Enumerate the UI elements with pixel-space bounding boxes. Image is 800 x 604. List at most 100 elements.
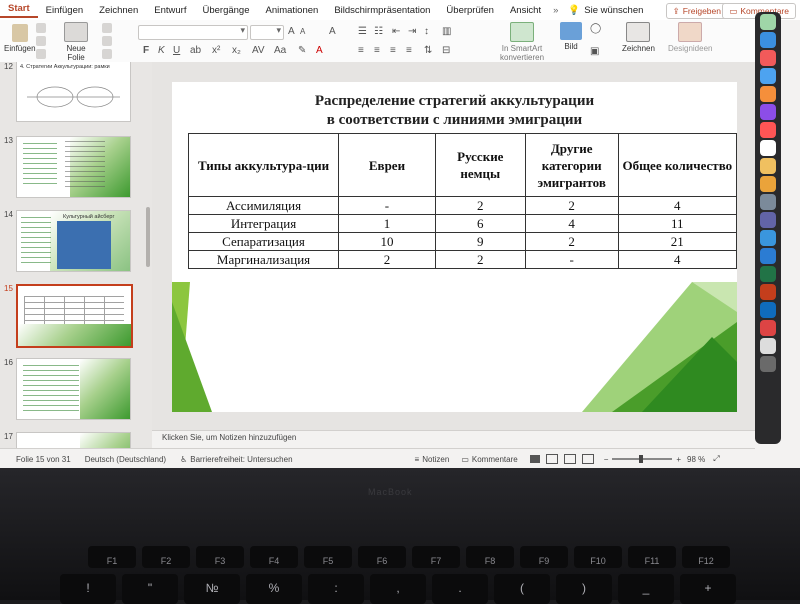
- increase-font-icon[interactable]: A: [288, 26, 295, 37]
- safari-app-icon[interactable]: [760, 68, 776, 84]
- designer-button[interactable]: Designideen: [668, 22, 712, 53]
- slide-canvas[interactable]: Распределение стратегий аккультурации в …: [172, 82, 737, 412]
- highlight-icon[interactable]: ✎: [298, 45, 306, 56]
- superscript-icon[interactable]: x²: [212, 45, 220, 56]
- table-cell[interactable]: 1: [338, 214, 436, 233]
- excel-app-icon[interactable]: [760, 266, 776, 282]
- teams-app-icon[interactable]: [760, 212, 776, 228]
- acculturation-table[interactable]: Типы аккультура-ции Евреи Русские немцы …: [187, 133, 737, 269]
- language-indicator[interactable]: Deutsch (Deutschland): [85, 455, 166, 464]
- slide-title[interactable]: Распределение стратегий аккультурации в …: [172, 92, 737, 130]
- slide-thumbnail-16[interactable]: [16, 358, 131, 420]
- align-text-icon[interactable]: ⊟: [442, 45, 450, 56]
- smartart-button[interactable]: In SmartArt konvertieren: [500, 22, 544, 62]
- bullets-icon[interactable]: ☰: [358, 26, 367, 37]
- font-family-select[interactable]: [138, 25, 248, 40]
- table-cell[interactable]: Сепаратизация: [187, 232, 340, 251]
- table-cell[interactable]: 2: [524, 232, 619, 251]
- slide-thumbnail-12[interactable]: 4. Стратегии Аккультурации: рамки: [16, 62, 131, 122]
- zoom-slider[interactable]: [612, 455, 673, 463]
- draw-button[interactable]: Zeichnen: [622, 22, 655, 53]
- acrobat-app-icon[interactable]: [760, 320, 776, 336]
- chevron-right-icon[interactable]: »: [549, 5, 562, 16]
- table-cell[interactable]: 6: [434, 214, 526, 233]
- normal-view-icon[interactable]: [529, 455, 540, 463]
- table-cell[interactable]: 2: [338, 250, 436, 269]
- new-slide-button[interactable]: Neue Folie: [64, 22, 88, 62]
- textbox-icon[interactable]: ▣: [590, 46, 599, 57]
- sorter-view-icon[interactable]: [545, 454, 558, 464]
- tab-transitions[interactable]: Übergänge: [194, 5, 257, 16]
- header-cell[interactable]: Общее количество: [617, 133, 737, 197]
- table-cell[interactable]: Маргинализация: [187, 250, 340, 269]
- outdent-icon[interactable]: ⇤: [392, 26, 400, 37]
- section-icon[interactable]: [102, 49, 112, 59]
- table-cell[interactable]: Ассимиляция: [187, 196, 340, 215]
- tab-slideshow[interactable]: Bildschirmpräsentation: [326, 5, 438, 16]
- bold-icon[interactable]: F: [143, 45, 149, 56]
- numbering-icon[interactable]: ☷: [374, 26, 383, 37]
- reading-view-icon[interactable]: [563, 454, 576, 464]
- header-cell[interactable]: Евреи: [338, 133, 436, 197]
- table-cell[interactable]: 2: [434, 196, 526, 215]
- table-cell[interactable]: 2: [524, 196, 619, 215]
- slideshow-view-icon[interactable]: [581, 454, 594, 464]
- thumbnail-scrollbar[interactable]: [146, 207, 150, 267]
- music-app-icon[interactable]: [760, 122, 776, 138]
- tab-draw[interactable]: Zeichnen: [91, 5, 146, 16]
- italic-icon[interactable]: K: [158, 45, 165, 56]
- table-cell[interactable]: 4: [617, 250, 737, 269]
- underline-icon[interactable]: U: [173, 45, 180, 56]
- tab-insert[interactable]: Einfügen: [38, 5, 92, 16]
- skype-app-icon[interactable]: [760, 230, 776, 246]
- align-left-icon[interactable]: ≡: [358, 45, 364, 56]
- paste-button[interactable]: Einfügen: [4, 24, 36, 53]
- cut-icon[interactable]: [36, 23, 46, 33]
- table-cell[interactable]: 9: [434, 232, 526, 251]
- justify-icon[interactable]: ≡: [406, 45, 412, 56]
- tab-animations[interactable]: Animationen: [258, 5, 327, 16]
- table-cell[interactable]: -: [524, 250, 619, 269]
- chrome-app-icon[interactable]: [760, 140, 776, 156]
- font-color-icon[interactable]: A: [316, 45, 323, 56]
- align-center-icon[interactable]: ≡: [374, 45, 380, 56]
- tab-design[interactable]: Entwurf: [146, 5, 194, 16]
- table-cell[interactable]: 21: [617, 232, 737, 251]
- picture-button[interactable]: Bild: [560, 22, 582, 51]
- pages-app-icon[interactable]: [760, 176, 776, 192]
- zoom-slider-handle[interactable]: [639, 455, 644, 463]
- shapes-icon[interactable]: ◯: [590, 23, 601, 34]
- copy-icon[interactable]: [36, 36, 46, 46]
- font-size-select[interactable]: [250, 25, 284, 40]
- finder-app-icon[interactable]: [760, 338, 776, 354]
- table-cell[interactable]: -: [338, 196, 436, 215]
- notes-toggle[interactable]: Notizen: [422, 455, 449, 464]
- share-button[interactable]: ⇪ Freigeben: [665, 3, 728, 19]
- powerpoint-app-icon[interactable]: [760, 284, 776, 300]
- indent-icon[interactable]: ⇥: [408, 26, 416, 37]
- change-case-icon[interactable]: Aa: [274, 45, 286, 56]
- outlook-app-icon[interactable]: [760, 302, 776, 318]
- table-cell[interactable]: 4: [524, 214, 619, 233]
- subscript-icon[interactable]: x₂: [232, 45, 241, 56]
- word-app-icon[interactable]: [760, 248, 776, 264]
- photos-app-icon[interactable]: [760, 86, 776, 102]
- fit-slide-icon[interactable]: ⤢: [713, 454, 719, 464]
- zoom-level[interactable]: 98 %: [687, 455, 705, 464]
- tab-review[interactable]: Überprüfen: [438, 5, 502, 16]
- text-spacing-icon[interactable]: AV: [252, 45, 265, 56]
- decrease-font-icon[interactable]: A: [300, 27, 305, 36]
- accessibility-status[interactable]: Barrierefreiheit: Untersuchen: [190, 455, 292, 464]
- align-right-icon[interactable]: ≡: [390, 45, 396, 56]
- text-direction-icon[interactable]: ⇅: [424, 45, 432, 56]
- messages-app-icon[interactable]: [760, 14, 776, 30]
- slide-thumbnail-13[interactable]: [16, 136, 131, 198]
- tab-start[interactable]: Start: [0, 3, 38, 18]
- format-painter-icon[interactable]: [36, 49, 46, 59]
- table-cell[interactable]: 2: [434, 250, 526, 269]
- table-cell[interactable]: 10: [338, 232, 436, 251]
- notes-pane[interactable]: Klicken Sie, um Notizen hinzuzufügen: [152, 430, 765, 445]
- settings-app-icon[interactable]: [760, 194, 776, 210]
- slide-thumbnail-15[interactable]: [16, 284, 133, 348]
- layout-icon[interactable]: [102, 23, 112, 33]
